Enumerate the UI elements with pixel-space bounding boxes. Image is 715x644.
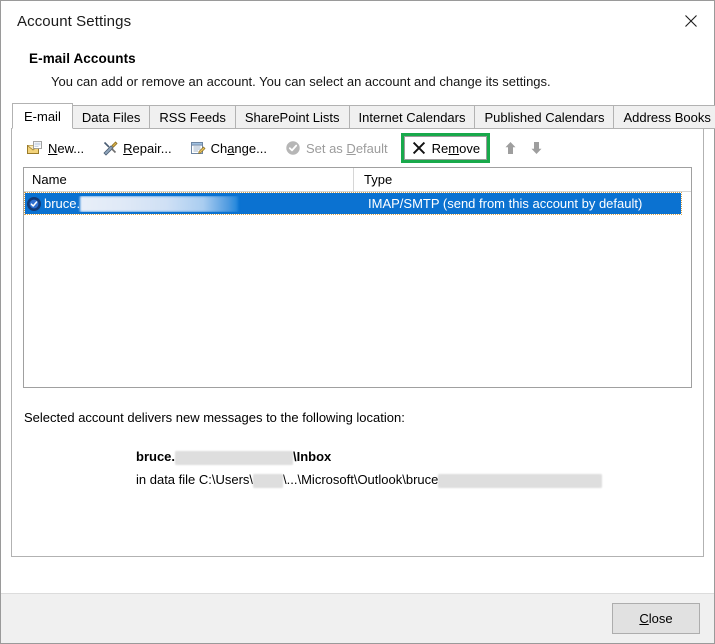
repair-tools-icon: [103, 141, 118, 156]
arrow-down-icon: [531, 142, 542, 154]
move-up-button: [498, 136, 522, 160]
tab-internet-calendars[interactable]: Internet Calendars: [348, 105, 476, 129]
tab-label: RSS Feeds: [159, 109, 226, 125]
accounts-toolbar: New... Repair... Change... Set as Defaul…: [12, 129, 703, 167]
tab-data-files[interactable]: Data Files: [71, 105, 151, 129]
close-button-label: Close: [639, 611, 673, 626]
cell-account-type: IMAP/SMTP (send from this account by def…: [368, 196, 643, 211]
detail-location: bruce. \Inbox: [136, 445, 703, 468]
window-title: Account Settings: [17, 12, 132, 30]
set-as-default-button: Set as Default: [278, 136, 395, 160]
detail-location-prefix: bruce.: [136, 449, 176, 464]
close-icon: [685, 15, 697, 27]
remove-account-label: Remove: [431, 140, 481, 156]
move-down-button: [524, 136, 548, 160]
cell-account-name: bruce.: [44, 195, 354, 212]
tab-panel-email: New... Repair... Change... Set as Defaul…: [11, 128, 704, 557]
repair-account-label: Repair...: [123, 140, 172, 156]
detail-datafile: in data file C:\Users\ \...\Microsoft\Out…: [136, 468, 703, 491]
change-account-label: Change...: [210, 140, 267, 156]
page-title: E-mail Accounts: [29, 51, 136, 66]
detail-section: Selected account delivers new messages t…: [24, 410, 703, 491]
detail-location-suffix: \Inbox: [293, 449, 332, 464]
remove-button-highlight: Remove: [400, 133, 491, 163]
tab-label: E-mail: [24, 108, 61, 124]
detail-datafile-redaction-2: [438, 473, 603, 488]
window-close-button[interactable]: [668, 1, 714, 41]
table-row[interactable]: bruce. IMAP/SMTP (send from this account…: [24, 192, 682, 215]
tab-label: Data Files: [81, 109, 141, 125]
tab-email[interactable]: E-mail: [12, 103, 73, 129]
check-circle-icon: [286, 141, 300, 155]
detail-location-redaction: [175, 450, 294, 465]
detail-intro: Selected account delivers new messages t…: [24, 410, 405, 425]
account-badge-icon: [27, 196, 41, 211]
title-bar: Account Settings: [1, 1, 714, 41]
account-name-prefix: bruce.: [44, 196, 81, 211]
set-as-default-label: Set as Default: [305, 140, 388, 156]
tab-label: Published Calendars: [484, 109, 605, 125]
body-area: E-mail Data Files RSS Feeds SharePoint L…: [1, 103, 715, 593]
tab-label: Address Books: [623, 109, 711, 125]
list-header: Name Type: [24, 168, 691, 192]
new-account-label: New...: [48, 140, 85, 156]
repair-account-button[interactable]: Repair...: [95, 136, 178, 160]
tab-rss-feeds[interactable]: RSS Feeds: [149, 105, 236, 129]
new-mail-icon: [27, 141, 42, 154]
header-block: E-mail Accounts You can add or remove an…: [1, 41, 714, 103]
page-description: You can add or remove an account. You ca…: [51, 74, 551, 89]
arrow-up-icon: [505, 142, 516, 154]
column-header-type[interactable]: Type: [354, 168, 691, 192]
tab-published-calendars[interactable]: Published Calendars: [474, 105, 615, 129]
tab-address-books[interactable]: Address Books: [613, 105, 715, 129]
change-account-button[interactable]: Change...: [183, 136, 274, 160]
account-settings-dialog: Account Settings E-mail Accounts You can…: [0, 0, 715, 644]
tab-strip: E-mail Data Files RSS Feeds SharePoint L…: [12, 103, 715, 129]
dialog-footer: Close: [1, 593, 714, 643]
detail-datafile-middle: \...\Microsoft\Outlook\bruce: [283, 472, 439, 487]
close-button[interactable]: Close: [612, 603, 700, 634]
tab-label: SharePoint Lists: [244, 109, 340, 125]
remove-account-button[interactable]: Remove: [403, 136, 488, 160]
tab-sharepoint-lists[interactable]: SharePoint Lists: [234, 105, 350, 129]
column-header-name[interactable]: Name: [24, 168, 354, 192]
detail-datafile-redaction-1: [253, 473, 284, 488]
change-document-icon: [190, 142, 206, 154]
accounts-list[interactable]: Name Type bruce. IMAP/SMTP (send from th…: [23, 167, 692, 388]
new-account-button[interactable]: New...: [20, 136, 91, 160]
detail-datafile-prefix: in data file C:\Users\: [136, 472, 254, 487]
account-name-redaction: [80, 195, 239, 212]
x-icon: [412, 141, 425, 155]
tab-label: Internet Calendars: [358, 109, 466, 125]
